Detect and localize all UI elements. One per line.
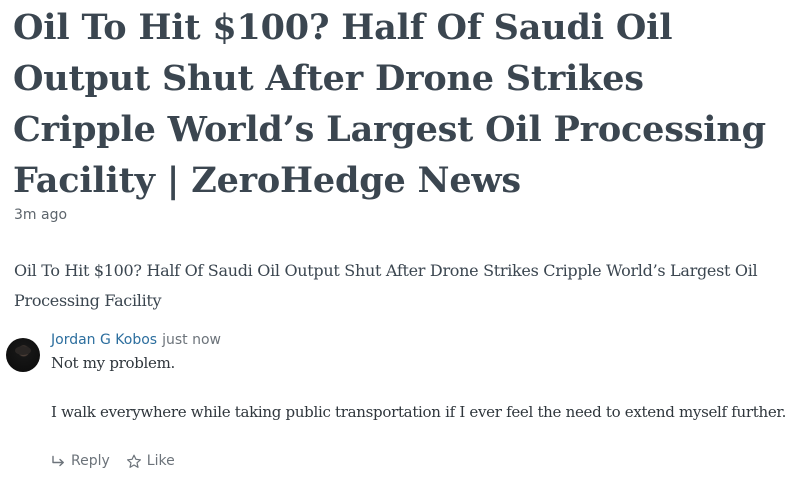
- comment-actions: Reply Like: [51, 453, 191, 469]
- comment-paragraph: Not my problem.: [51, 354, 175, 372]
- comment-timestamp: just now: [162, 332, 221, 348]
- comment-paragraph: I walk everywhere while taking public tr…: [51, 403, 787, 421]
- post-title: Oil To Hit $100? Half Of Saudi Oil Outpu…: [13, 7, 766, 201]
- post-timestamp: 3m ago: [14, 207, 68, 223]
- reply-arrow-icon: [52, 455, 64, 466]
- like-label: Like: [146, 453, 175, 469]
- reply-label: Reply: [71, 453, 110, 469]
- avatar[interactable]: [6, 338, 40, 372]
- avatar-detail: [15, 346, 31, 355]
- reply-button[interactable]: Reply: [51, 453, 110, 469]
- like-button[interactable]: Like: [126, 453, 175, 469]
- star-outline-icon: [126, 454, 141, 468]
- comment-meta: Jordan G Kobos just now: [51, 332, 221, 348]
- post-summary: Oil To Hit $100? Half Of Saudi Oil Outpu…: [14, 261, 758, 310]
- comment-author-link[interactable]: Jordan G Kobos: [51, 332, 157, 348]
- comment-body: Not my problem. I walk everywhere while …: [51, 351, 791, 449]
